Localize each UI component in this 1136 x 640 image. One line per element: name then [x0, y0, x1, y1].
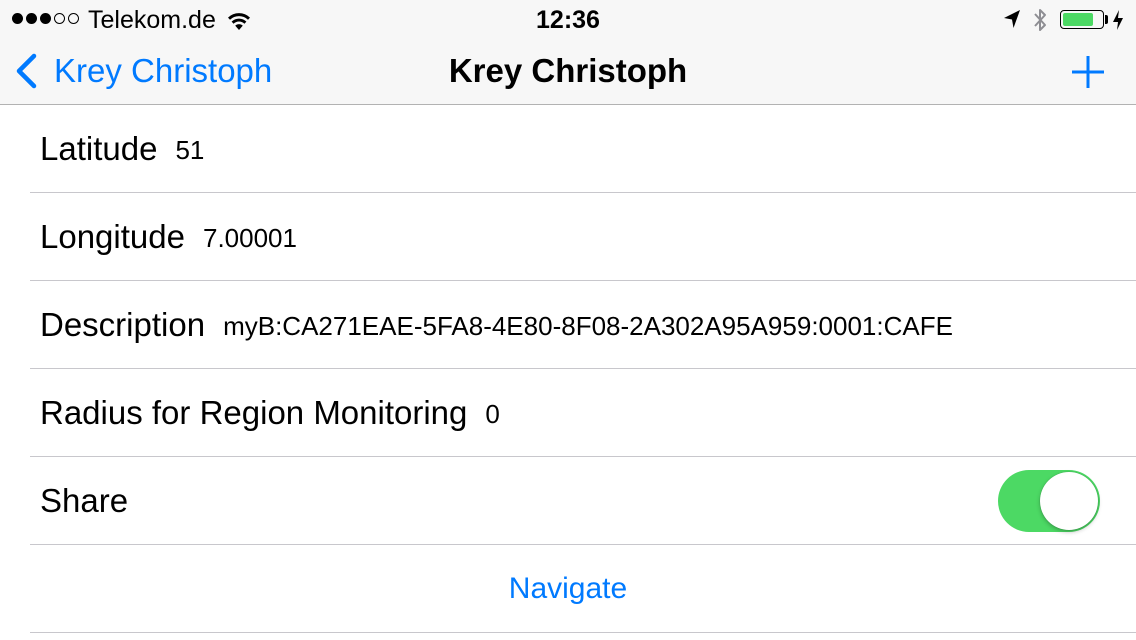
back-button-label: Krey Christoph	[54, 52, 273, 89]
chevron-left-icon	[16, 53, 37, 89]
status-time: 12:36	[536, 6, 600, 34]
description-value: myB:CA271EAE-5FA8-4E80-8F08-2A302A95A959…	[223, 310, 953, 341]
longitude-label: Longitude	[40, 217, 185, 255]
radius-value: 0	[485, 398, 500, 429]
battery-nub	[1105, 15, 1108, 24]
latitude-value: 51	[175, 134, 205, 165]
battery-icon	[1060, 10, 1104, 29]
description-row[interactable]: Description myB:CA271EAE-5FA8-4E80-8F08-…	[30, 281, 1136, 369]
longitude-value: 7.00001	[202, 222, 297, 253]
share-row: Share	[30, 457, 1136, 545]
share-toggle[interactable]	[998, 470, 1100, 532]
latitude-row[interactable]: Latitude 51	[30, 105, 1136, 193]
description-label: Description	[40, 305, 206, 343]
share-label: Share	[40, 481, 129, 519]
charging-bolt-icon	[1113, 10, 1123, 30]
screen: Telekom.de 12:36 Krey Christoph Krey Chr…	[0, 0, 1136, 640]
navigate-row[interactable]: Navigate	[30, 545, 1136, 633]
radius-label: Radius for Region Monitoring	[40, 393, 468, 431]
battery-level	[1063, 13, 1094, 26]
navigate-button[interactable]: Navigate	[509, 569, 627, 609]
location-arrow-icon	[1004, 10, 1020, 28]
plus-icon	[1072, 56, 1104, 88]
detail-table: Latitude 51 Longitude 7.00001 Descriptio…	[0, 105, 1136, 633]
back-button[interactable]: Krey Christoph	[14, 51, 272, 91]
share-toggle-knob[interactable]	[1040, 472, 1098, 530]
bluetooth-icon	[1034, 9, 1046, 31]
latitude-label: Latitude	[40, 129, 158, 167]
add-button[interactable]	[1068, 52, 1108, 92]
status-bar: Telekom.de 12:36	[0, 0, 1136, 40]
navigation-bar: Krey Christoph Krey Christoph	[0, 40, 1136, 105]
radius-row[interactable]: Radius for Region Monitoring 0	[30, 369, 1136, 457]
longitude-row[interactable]: Longitude 7.00001	[30, 193, 1136, 281]
